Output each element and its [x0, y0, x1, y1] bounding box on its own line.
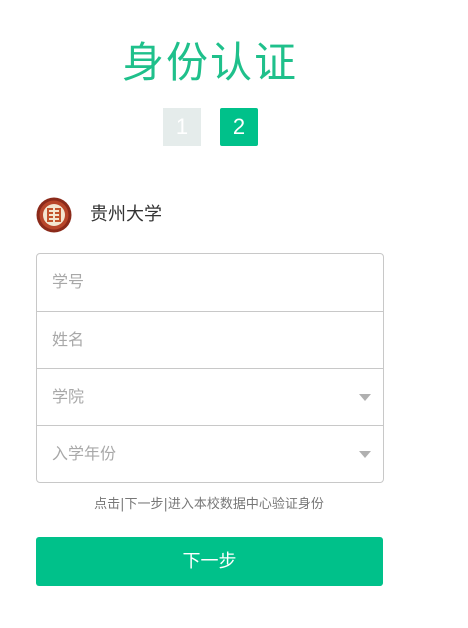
page-title: 身份认证: [121, 38, 298, 87]
step-2-indicator: 2: [220, 108, 258, 146]
enroll-year-placeholder: 入学年份: [52, 444, 117, 463]
university-seal-icon: [36, 197, 72, 233]
verification-form: 学号 姓名 学院 入学年份: [36, 253, 384, 483]
hint-text: 点击|下一步|进入本校数据中心验证身份: [94, 497, 324, 512]
enroll-year-select[interactable]: 入学年份: [37, 425, 383, 482]
school-row: 贵州大学: [36, 197, 376, 233]
step-1-indicator: 1: [163, 108, 201, 146]
name-field[interactable]: 姓名: [37, 311, 383, 367]
school-name: 贵州大学: [90, 204, 162, 225]
college-placeholder: 学院: [52, 387, 85, 406]
next-step-button[interactable]: 下一步: [36, 537, 383, 586]
name-placeholder: 姓名: [52, 330, 85, 349]
student-id-placeholder: 学号: [52, 272, 85, 291]
student-id-field[interactable]: 学号: [37, 254, 383, 311]
chevron-down-icon: [359, 451, 371, 458]
college-select[interactable]: 学院: [37, 368, 383, 424]
chevron-down-icon: [359, 394, 371, 401]
